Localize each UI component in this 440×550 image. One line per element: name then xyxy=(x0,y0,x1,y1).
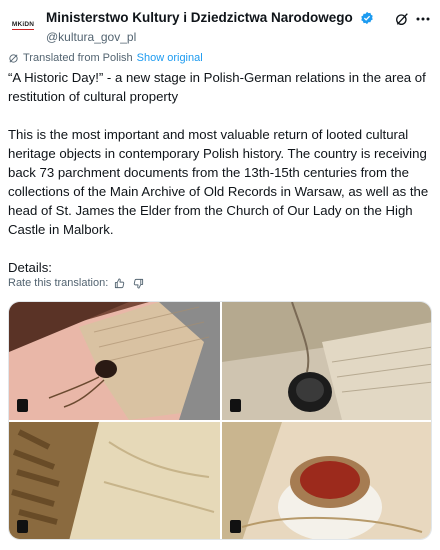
tweet-paragraph-headline: “A Historic Day!” - a new stage in Polis… xyxy=(8,70,426,104)
gif-badge-icon xyxy=(230,520,241,533)
photo-fringed-parchment[interactable] xyxy=(9,422,220,539)
avatar-logo-text: MKiDN xyxy=(11,20,35,30)
photo-parchment-seal[interactable] xyxy=(9,302,220,420)
photo-seal-closeup[interactable] xyxy=(222,302,431,420)
show-original-link[interactable]: Show original xyxy=(137,52,203,64)
media-grid xyxy=(8,301,432,540)
account-names: Ministerstwo Kultury i Dziedzictwa Narod… xyxy=(46,9,374,44)
seal-closeup-image xyxy=(222,302,431,420)
grok-icon[interactable] xyxy=(394,11,410,27)
display-name[interactable]: Ministerstwo Kultury i Dziedzictwa Narod… xyxy=(46,10,353,25)
tweet-paragraph-body: This is the most important and most valu… xyxy=(8,127,429,237)
translation-note: Translated from Polish Show original xyxy=(8,52,203,64)
account-handle[interactable]: @kultura_gov_pl xyxy=(46,30,374,44)
verified-badge-icon xyxy=(361,11,373,24)
translated-from-label: Translated from Polish xyxy=(23,52,133,64)
gif-badge-icon xyxy=(17,399,28,412)
gif-badge-icon xyxy=(230,399,241,412)
photo-red-seal[interactable] xyxy=(222,422,431,539)
rate-translation-label: Rate this translation: xyxy=(8,277,109,289)
parchment-seal-image xyxy=(9,302,220,420)
avatar[interactable]: MKiDN xyxy=(8,10,38,40)
thumbs-up-icon[interactable] xyxy=(114,277,125,289)
tweet-text: “A Historic Day!” - a new stage in Polis… xyxy=(8,68,432,296)
rate-translation: Rate this translation: xyxy=(8,277,144,289)
tweet-paragraph-details: Details: xyxy=(8,260,52,275)
more-icon[interactable] xyxy=(416,16,430,22)
red-seal-image xyxy=(222,422,431,539)
translate-icon xyxy=(9,53,18,63)
fringed-parchment-image xyxy=(9,422,220,539)
tweet-header: MKiDN Ministerstwo Kultury i Dziedzictwa… xyxy=(8,8,432,44)
thumbs-down-icon[interactable] xyxy=(133,278,144,289)
gif-badge-icon xyxy=(17,520,28,533)
